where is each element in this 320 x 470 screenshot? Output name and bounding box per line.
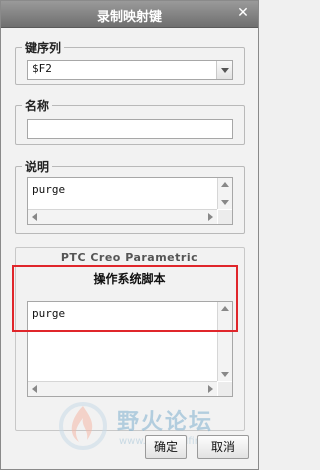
name-field[interactable] bbox=[27, 119, 233, 139]
os-script-horizontal-scrollbar[interactable] bbox=[28, 381, 217, 396]
key-sequence-label: 键序列 bbox=[25, 41, 62, 55]
record-mapkey-dialog: 录制映射键 ✕ 键序列 $F2 名称 说明 purge PTC Creo Par… bbox=[0, 0, 259, 470]
description-textarea[interactable]: purge bbox=[27, 177, 233, 225]
scrollbar-corner bbox=[218, 210, 232, 224]
cancel-button[interactable]: 取消 bbox=[197, 435, 249, 459]
scrollbar-corner bbox=[218, 382, 232, 396]
scroll-up-arrow-icon[interactable] bbox=[221, 182, 229, 187]
name-label: 名称 bbox=[25, 99, 50, 113]
description-label: 说明 bbox=[25, 160, 50, 174]
scroll-left-arrow-icon[interactable] bbox=[32, 213, 37, 221]
close-icon[interactable]: ✕ bbox=[236, 5, 250, 21]
key-sequence-value: $F2 bbox=[32, 62, 52, 75]
key-sequence-dropdown[interactable]: $F2 bbox=[27, 60, 233, 80]
scroll-right-arrow-icon[interactable] bbox=[208, 213, 213, 221]
scroll-down-arrow-icon[interactable] bbox=[221, 372, 229, 377]
highlight-annotation-box bbox=[12, 265, 238, 332]
description-value: purge bbox=[32, 183, 66, 196]
ok-button[interactable]: 确定 bbox=[145, 435, 187, 459]
chevron-down-icon[interactable] bbox=[216, 61, 232, 79]
scroll-right-arrow-icon[interactable] bbox=[208, 385, 213, 393]
title-bar[interactable]: 录制映射键 ✕ bbox=[1, 1, 258, 28]
description-vertical-scrollbar[interactable] bbox=[217, 178, 232, 209]
scroll-left-arrow-icon[interactable] bbox=[32, 385, 37, 393]
scroll-down-arrow-icon[interactable] bbox=[221, 200, 229, 205]
ptc-creo-tab-label[interactable]: PTC Creo Parametric bbox=[1, 251, 258, 264]
description-horizontal-scrollbar[interactable] bbox=[28, 209, 217, 224]
dialog-title: 录制映射键 bbox=[96, 10, 162, 25]
